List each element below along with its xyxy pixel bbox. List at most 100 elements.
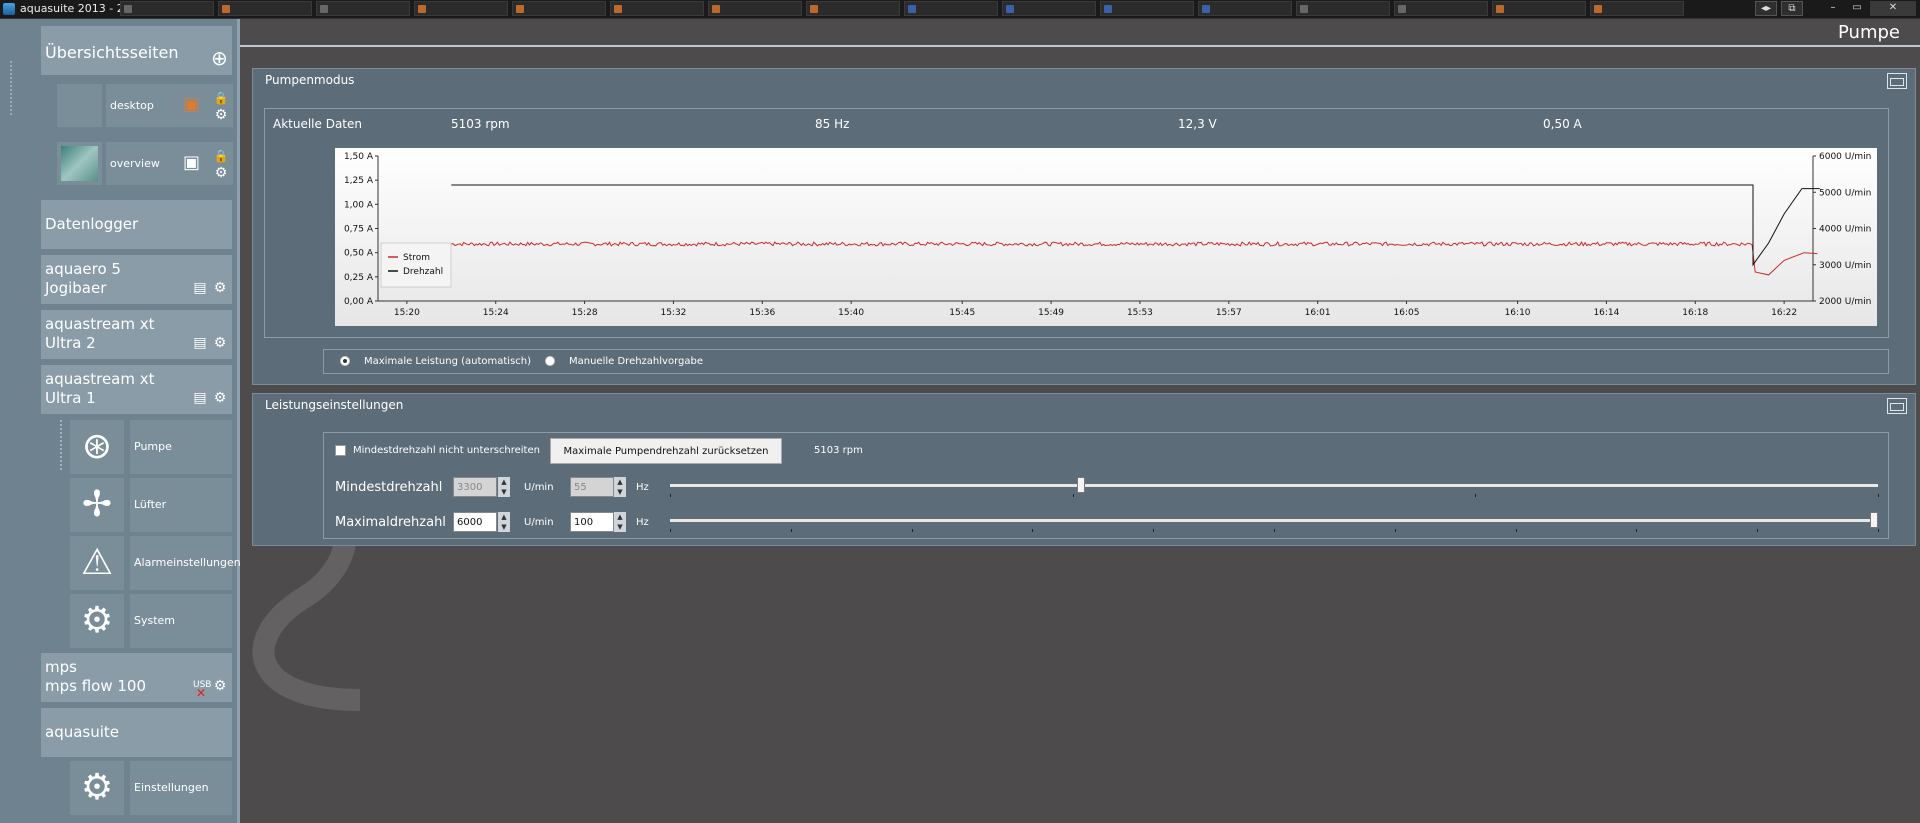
- window-mode-icon[interactable]: [1887, 398, 1907, 414]
- slider-tick: [1878, 529, 1879, 532]
- taskbar-tab[interactable]: [1394, 1, 1488, 16]
- fan-icon[interactable]: ✢: [70, 478, 124, 532]
- min-hz-input[interactable]: 55: [570, 477, 614, 497]
- min-speed-slider[interactable]: [670, 484, 1878, 487]
- device-name: aquastream xt: [45, 315, 155, 333]
- min-hz-stepper[interactable]: ▲ ▼: [614, 477, 626, 497]
- sidebar-item-system[interactable]: System: [130, 594, 232, 648]
- slider-tick: [1636, 529, 1638, 532]
- max-rpm-stepper[interactable]: ▲ ▼: [498, 512, 510, 532]
- hz-value: 85 Hz: [815, 117, 850, 131]
- y-left-tick-label: 0,75 A: [344, 225, 374, 235]
- taskbar-tab[interactable]: [1492, 1, 1586, 16]
- save-icon[interactable]: ▤: [192, 390, 208, 406]
- gear-icon[interactable]: ⚙: [213, 165, 229, 181]
- window-mode-icon[interactable]: [1887, 73, 1907, 89]
- taskbar-tab[interactable]: [1100, 1, 1194, 16]
- min-rpm-stepper[interactable]: ▲ ▼: [498, 477, 510, 497]
- collapse-handle[interactable]: [10, 59, 28, 119]
- sidebar-device-aquaero[interactable]: aquaero 5 Jogibaer ▤ ⚙: [41, 255, 232, 304]
- sidebar-overview-header[interactable]: Übersichtsseiten ⊕: [41, 26, 232, 75]
- nav-arrows-icon[interactable]: ◂▸: [1755, 1, 1777, 16]
- sidebar-datalogger[interactable]: Datenlogger: [41, 200, 232, 249]
- reset-max-speed-button[interactable]: Maximale Pumpendrehzahl zurücksetzen: [550, 438, 782, 464]
- settings-gear-icon[interactable]: ⚙: [70, 761, 124, 815]
- sidebar-item-label: Pumpe: [134, 440, 172, 453]
- selection-indicator: [60, 420, 64, 470]
- restore-window-icon[interactable]: ⧉: [1781, 1, 1803, 16]
- taskbar-tab[interactable]: [120, 1, 214, 16]
- sidebar-item-alarmeinstellungen[interactable]: Alarmeinstellungen: [130, 536, 241, 590]
- header-divider: [240, 45, 1920, 47]
- leistung-title: Leistungseinstellungen: [265, 398, 404, 412]
- system-gear-icon[interactable]: ⚙: [70, 594, 124, 648]
- taskbar-tab[interactable]: [708, 1, 802, 16]
- max-hz-stepper[interactable]: ▲ ▼: [614, 512, 626, 532]
- current-data-label: Aktuelle Daten: [273, 117, 363, 131]
- add-page-icon[interactable]: ⊕: [211, 48, 228, 68]
- slider-tick: [1072, 494, 1074, 497]
- max-speed-slider[interactable]: [670, 519, 1878, 522]
- pump-icon[interactable]: ⊛: [70, 420, 124, 474]
- gear-icon[interactable]: ⚙: [212, 280, 228, 296]
- save-icon[interactable]: ▤: [192, 335, 208, 351]
- radio-auto[interactable]: [340, 356, 350, 366]
- min-speed-checkbox[interactable]: [335, 445, 346, 456]
- unit-hz: Hz: [636, 482, 649, 493]
- taskbar-tab[interactable]: [610, 1, 704, 16]
- save-icon[interactable]: ▤: [192, 280, 208, 296]
- taskbar-tabs: [120, 1, 1688, 17]
- overview-monitor-icon[interactable]: ▣: [183, 154, 200, 172]
- sidebar-item-label: overview: [110, 157, 160, 170]
- gear-icon[interactable]: ⚙: [212, 335, 228, 351]
- overview-thumbnail[interactable]: [57, 142, 102, 185]
- sidebar-device-aquastream-ultra1[interactable]: aquastream xt Ultra 1 ▤ ⚙: [41, 365, 232, 414]
- sidebar-item-label: Einstellungen: [134, 781, 209, 794]
- maximize-icon[interactable]: ▭: [1846, 1, 1868, 16]
- desktop-thumbnail[interactable]: [57, 84, 102, 127]
- taskbar-tab[interactable]: [1590, 1, 1684, 16]
- min-rpm-input[interactable]: 3300: [453, 477, 497, 497]
- lock-icon[interactable]: 🔒: [213, 90, 229, 106]
- close-icon[interactable]: ✕: [1870, 1, 1916, 16]
- sidebar-item-einstellungen[interactable]: Einstellungen: [130, 761, 232, 815]
- sidebar-device-mps[interactable]: mps mps flow 100 USB ✕ ⚙: [41, 653, 232, 702]
- alarm-icon[interactable]: ⚠: [70, 536, 124, 590]
- minimize-icon[interactable]: –: [1822, 1, 1844, 16]
- min-speed-slider-thumb[interactable]: [1076, 477, 1085, 493]
- sidebar-item-pumpe[interactable]: Pumpe: [130, 420, 232, 474]
- device-name: aquaero 5: [45, 260, 121, 278]
- sidebar-item-luefter[interactable]: Lüfter: [130, 478, 232, 532]
- legend-label: Drehzahl: [403, 267, 443, 277]
- gear-icon[interactable]: ⚙: [212, 678, 228, 694]
- slider-tick: [911, 529, 913, 532]
- slider-tick: [670, 494, 671, 497]
- taskbar-tab[interactable]: [904, 1, 998, 16]
- taskbar-tab[interactable]: [1002, 1, 1096, 16]
- taskbar-tab[interactable]: [414, 1, 508, 16]
- max-hz-input[interactable]: 100: [570, 512, 614, 532]
- slider-tick: [1032, 529, 1034, 532]
- max-speed-slider-thumb[interactable]: [1870, 512, 1878, 528]
- x-tick-label: 15:53: [1127, 308, 1153, 318]
- sidebar-device-aquastream-ultra2[interactable]: aquastream xt Ultra 2 ▤ ⚙: [41, 310, 232, 359]
- taskbar-tab[interactable]: [512, 1, 606, 16]
- sidebar-item-overview[interactable]: overview ▣ 🔒 ⚙: [106, 142, 233, 185]
- taskbar-tab[interactable]: [806, 1, 900, 16]
- window-titlebar: aquasuite 2013 - 2 ◂▸ ⧉ – ▭ ✕: [0, 0, 1920, 19]
- taskbar-tab[interactable]: [1296, 1, 1390, 16]
- desktop-monitor-icon[interactable]: ▣: [183, 96, 200, 114]
- gear-icon[interactable]: ⚙: [213, 107, 229, 123]
- unit-rpm: U/min: [524, 482, 554, 493]
- x-tick-label: 15:36: [749, 308, 775, 318]
- taskbar-tab[interactable]: [316, 1, 410, 16]
- taskbar-tab[interactable]: [1198, 1, 1292, 16]
- gear-icon[interactable]: ⚙: [212, 390, 228, 406]
- lock-icon[interactable]: 🔒: [213, 148, 229, 164]
- radio-manual[interactable]: [545, 356, 555, 366]
- x-tick-label: 16:05: [1394, 308, 1420, 318]
- sidebar-aquasuite-header[interactable]: aquasuite: [41, 708, 232, 757]
- taskbar-tab[interactable]: [218, 1, 312, 16]
- max-rpm-input[interactable]: 6000: [453, 512, 497, 532]
- sidebar-item-desktop[interactable]: desktop ▣ 🔒 ⚙: [106, 84, 233, 127]
